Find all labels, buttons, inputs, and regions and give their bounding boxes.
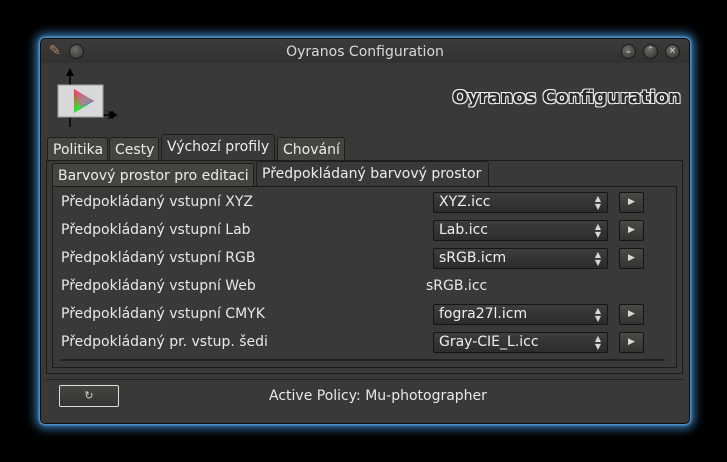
window-title: Oyranos Configuration <box>286 44 444 60</box>
combo-rgb-value: sRGB.icm <box>439 250 507 266</box>
combo-gray[interactable]: Gray-CIE_L.icc ▲ ▼ <box>433 332 608 353</box>
active-policy-status: Active Policy: Mu-photographer <box>269 388 487 404</box>
updown-arrows-icon: ▲ ▼ <box>594 250 601 267</box>
web-profile-value: sRGB.icc <box>426 278 488 294</box>
title-bar[interactable]: ✎ Oyranos Configuration ⌄ ⌃ × <box>41 39 689 63</box>
play-icon: ▶ <box>628 197 635 207</box>
updown-arrows-icon: ▲ ▼ <box>594 306 601 323</box>
header-title: Oyranos Configuration <box>452 87 681 108</box>
updown-arrows-icon: ▲ ▼ <box>594 194 601 211</box>
combo-cmyk[interactable]: fogra27l.icm ▲ ▼ <box>433 304 608 325</box>
combo-lab-value: Lab.icc <box>439 222 488 238</box>
play-icon: ▶ <box>628 337 635 347</box>
row-label-cmyk: Předpokládaný vstupní CMYK <box>61 306 265 322</box>
play-icon: ▶ <box>628 225 635 235</box>
maximize-button[interactable]: ⌃ <box>643 44 658 59</box>
horizontal-scrollbar[interactable] <box>60 359 665 361</box>
play-button-xyz[interactable]: ▶ <box>619 192 644 213</box>
row-label-web: Předpokládaný vstupní Web <box>61 278 256 294</box>
minimize-button[interactable]: ⌄ <box>621 44 636 59</box>
updown-arrows-icon: ▲ ▼ <box>594 334 601 351</box>
play-button-lab[interactable]: ▶ <box>619 220 644 241</box>
active-policy-value: Mu-photographer <box>365 388 487 404</box>
tab-politika[interactable]: Politika <box>47 137 108 161</box>
row-label-gray: Předpokládaný pr. vstup. šedi <box>61 334 268 350</box>
play-button-rgb[interactable]: ▶ <box>619 248 644 269</box>
play-button-cmyk[interactable]: ▶ <box>619 304 644 325</box>
combo-xyz[interactable]: XYZ.icc ▲ ▼ <box>433 192 608 213</box>
reset-button[interactable]: ↻ <box>59 385 119 407</box>
combo-xyz-value: XYZ.icc <box>439 194 491 210</box>
tab-chovani[interactable]: Chování <box>277 137 345 161</box>
reload-icon: ↻ <box>84 389 94 402</box>
row-label-rgb: Předpokládaný vstupní RGB <box>61 250 256 266</box>
tab-vychozi-profily[interactable]: Výchozí profily <box>161 134 275 161</box>
active-policy-label: Active Policy: <box>269 388 361 404</box>
combo-cmyk-value: fogra27l.icm <box>439 306 528 322</box>
play-icon: ▶ <box>628 253 635 263</box>
row-label-xyz: Předpokládaný vstupní XYZ <box>61 194 254 210</box>
color-profile-logo-icon <box>57 68 118 127</box>
subtab-editing-space[interactable]: Barvový prostor pro editaci <box>52 163 254 187</box>
bottom-divider <box>46 379 683 380</box>
subtab-assumed-space[interactable]: Předpokládaný barvový prostor <box>256 161 489 187</box>
close-button[interactable]: × <box>665 44 680 59</box>
row-label-lab: Předpokládaný vstupní Lab <box>61 222 251 238</box>
updown-arrows-icon: ▲ ▼ <box>594 222 601 239</box>
combo-gray-value: Gray-CIE_L.icc <box>439 334 539 350</box>
combo-lab[interactable]: Lab.icc ▲ ▼ <box>433 220 608 241</box>
combo-rgb[interactable]: sRGB.icm ▲ ▼ <box>433 248 608 269</box>
play-button-gray[interactable]: ▶ <box>619 332 644 353</box>
play-icon: ▶ <box>628 309 635 319</box>
tab-cesty[interactable]: Cesty <box>109 137 159 161</box>
main-window: ✎ Oyranos Configuration ⌄ ⌃ × Oyranos Co… <box>40 38 690 424</box>
